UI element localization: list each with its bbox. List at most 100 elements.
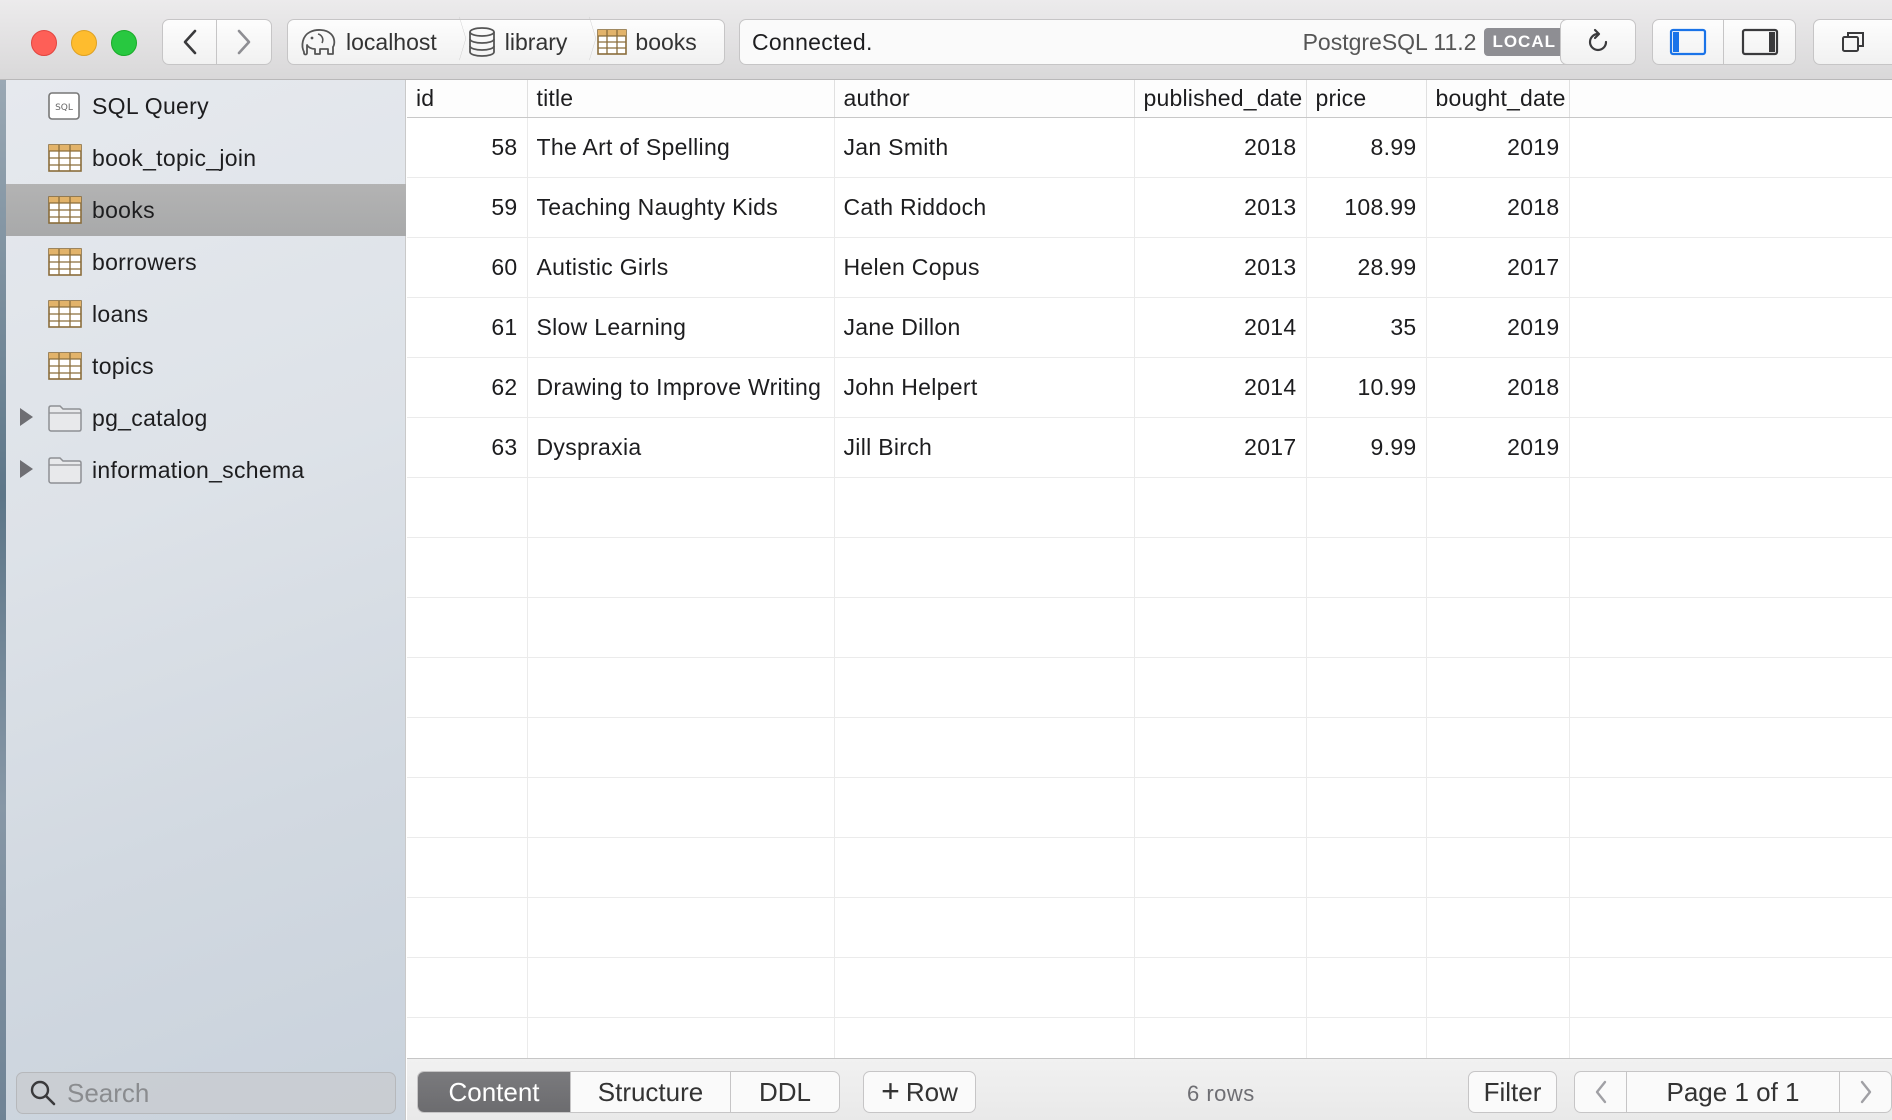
table-cell-id[interactable] xyxy=(407,1017,528,1058)
sidebar-item-borrowers[interactable]: borrowers xyxy=(6,236,406,288)
table-cell-title[interactable] xyxy=(527,957,835,1018)
disclosure-triangle-icon[interactable] xyxy=(20,408,33,426)
table-cell-id[interactable] xyxy=(407,477,528,538)
table-cell-bought-date[interactable]: 2019 xyxy=(1426,417,1570,478)
filter-button[interactable]: Filter xyxy=(1468,1071,1557,1113)
table-row[interactable]: 60 Autistic Girls Helen Copus 2013 28.99 2017 xyxy=(407,237,1892,298)
table-cell-price[interactable]: 10.99 xyxy=(1306,357,1427,418)
table-cell-published-date[interactable] xyxy=(1134,897,1307,958)
table-cell-published-date[interactable] xyxy=(1134,777,1307,838)
table-cell-title[interactable]: Drawing to Improve Writing xyxy=(527,357,835,418)
table-cell-id[interactable]: 60 xyxy=(407,237,528,298)
table-cell-title[interactable]: The Art of Spelling xyxy=(527,117,835,178)
table-cell-bought-date[interactable] xyxy=(1426,717,1570,778)
table-cell-price[interactable] xyxy=(1306,477,1427,538)
column-header-id[interactable]: id xyxy=(407,80,528,118)
table-cell-published-date[interactable]: 2017 xyxy=(1134,417,1307,478)
table-cell-price[interactable] xyxy=(1306,897,1427,958)
table-cell-published-date[interactable] xyxy=(1134,657,1307,718)
table-cell-title[interactable]: Dyspraxia xyxy=(527,417,835,478)
breadcrumb-server[interactable]: localhost xyxy=(288,20,447,64)
table-row[interactable]: 61 Slow Learning Jane Dillon 2014 35 2019 xyxy=(407,297,1892,358)
table-cell-title[interactable]: Teaching Naughty Kids xyxy=(527,177,835,238)
column-header-price[interactable]: price xyxy=(1306,80,1427,118)
table-cell-price[interactable]: 28.99 xyxy=(1306,237,1427,298)
toggle-left-panel-button[interactable] xyxy=(1652,19,1724,65)
breadcrumb-database[interactable]: library xyxy=(457,20,578,64)
table-cell-published-date[interactable] xyxy=(1134,477,1307,538)
table-cell-published-date[interactable] xyxy=(1134,537,1307,598)
table-cell-id[interactable]: 63 xyxy=(407,417,528,478)
table-cell-bought-date[interactable] xyxy=(1426,837,1570,898)
table-cell-bought-date[interactable] xyxy=(1426,537,1570,598)
column-header-published-date[interactable]: published_date xyxy=(1134,80,1307,118)
sidebar-search[interactable] xyxy=(16,1072,396,1114)
table-cell-id[interactable] xyxy=(407,777,528,838)
table-cell-bought-date[interactable] xyxy=(1426,957,1570,1018)
table-cell-price[interactable] xyxy=(1306,657,1427,718)
table-cell-id[interactable] xyxy=(407,657,528,718)
table-cell-author[interactable] xyxy=(834,597,1135,658)
column-header-bought-date[interactable]: bought_date xyxy=(1426,80,1570,118)
toggle-right-panel-button[interactable] xyxy=(1724,19,1796,65)
previous-page-button[interactable] xyxy=(1575,1072,1627,1112)
table-cell-published-date[interactable] xyxy=(1134,1017,1307,1058)
sidebar-item-topics[interactable]: topics xyxy=(6,340,406,392)
table-cell-published-date[interactable] xyxy=(1134,717,1307,778)
table-cell-author[interactable] xyxy=(834,1017,1135,1058)
table-row[interactable]: 58 The Art of Spelling Jan Smith 2018 8.99 20… xyxy=(407,117,1892,178)
table-cell-published-date[interactable]: 2018 xyxy=(1134,117,1307,178)
search-input[interactable] xyxy=(67,1077,387,1109)
table-cell-title[interactable] xyxy=(527,837,835,898)
table-cell-author[interactable]: John Helpert xyxy=(834,357,1135,418)
table-cell-author[interactable] xyxy=(834,717,1135,778)
forward-button[interactable] xyxy=(217,19,272,65)
next-page-button[interactable] xyxy=(1839,1072,1891,1112)
table-cell-author[interactable]: Jane Dillon xyxy=(834,297,1135,358)
table-cell-published-date[interactable]: 2014 xyxy=(1134,297,1307,358)
tab-ddl[interactable]: DDL xyxy=(731,1072,839,1112)
table-cell-published-date[interactable]: 2013 xyxy=(1134,177,1307,238)
sidebar-item-loans[interactable]: loans xyxy=(6,288,406,340)
table-cell-bought-date[interactable] xyxy=(1426,777,1570,838)
table-cell-author[interactable]: Cath Riddoch xyxy=(834,177,1135,238)
table-cell-author[interactable]: Jan Smith xyxy=(834,117,1135,178)
sidebar-item-information-schema[interactable]: information_schema xyxy=(6,444,406,496)
table-cell-published-date[interactable] xyxy=(1134,837,1307,898)
table-cell-title[interactable] xyxy=(527,537,835,598)
back-button[interactable] xyxy=(162,19,217,65)
table-cell-title[interactable] xyxy=(527,657,835,718)
table-cell-published-date[interactable]: 2013 xyxy=(1134,237,1307,298)
table-cell-title[interactable] xyxy=(527,717,835,778)
table-cell-price[interactable]: 8.99 xyxy=(1306,117,1427,178)
add-row-button[interactable]: + Row xyxy=(863,1071,976,1113)
refresh-button[interactable] xyxy=(1560,19,1636,65)
column-header-author[interactable]: author xyxy=(834,80,1135,118)
table-cell-bought-date[interactable] xyxy=(1426,657,1570,718)
close-window-button[interactable] xyxy=(31,30,57,56)
table-cell-price[interactable]: 108.99 xyxy=(1306,177,1427,238)
table-cell-id[interactable] xyxy=(407,537,528,598)
table-cell-author[interactable]: Helen Copus xyxy=(834,237,1135,298)
table-cell-price[interactable] xyxy=(1306,1017,1427,1058)
table-cell-title[interactable]: Autistic Girls xyxy=(527,237,835,298)
table-cell-published-date[interactable] xyxy=(1134,957,1307,1018)
table-cell-id[interactable]: 62 xyxy=(407,357,528,418)
table-row[interactable]: 62 Drawing to Improve Writing John Helpert… xyxy=(407,357,1892,418)
table-cell-price[interactable]: 35 xyxy=(1306,297,1427,358)
breadcrumb-table[interactable]: books xyxy=(587,20,706,64)
new-window-button[interactable] xyxy=(1813,19,1892,65)
table-cell-price[interactable] xyxy=(1306,717,1427,778)
table-cell-id[interactable] xyxy=(407,717,528,778)
table-cell-title[interactable]: Slow Learning xyxy=(527,297,835,358)
table-cell-author[interactable] xyxy=(834,777,1135,838)
table-cell-price[interactable] xyxy=(1306,837,1427,898)
table-cell-id[interactable] xyxy=(407,837,528,898)
tab-content[interactable]: Content xyxy=(418,1072,571,1112)
table-cell-published-date[interactable] xyxy=(1134,597,1307,658)
table-cell-author[interactable] xyxy=(834,837,1135,898)
table-cell-price[interactable] xyxy=(1306,777,1427,838)
table-cell-author[interactable] xyxy=(834,657,1135,718)
table-cell-id[interactable]: 61 xyxy=(407,297,528,358)
table-cell-bought-date[interactable] xyxy=(1426,477,1570,538)
